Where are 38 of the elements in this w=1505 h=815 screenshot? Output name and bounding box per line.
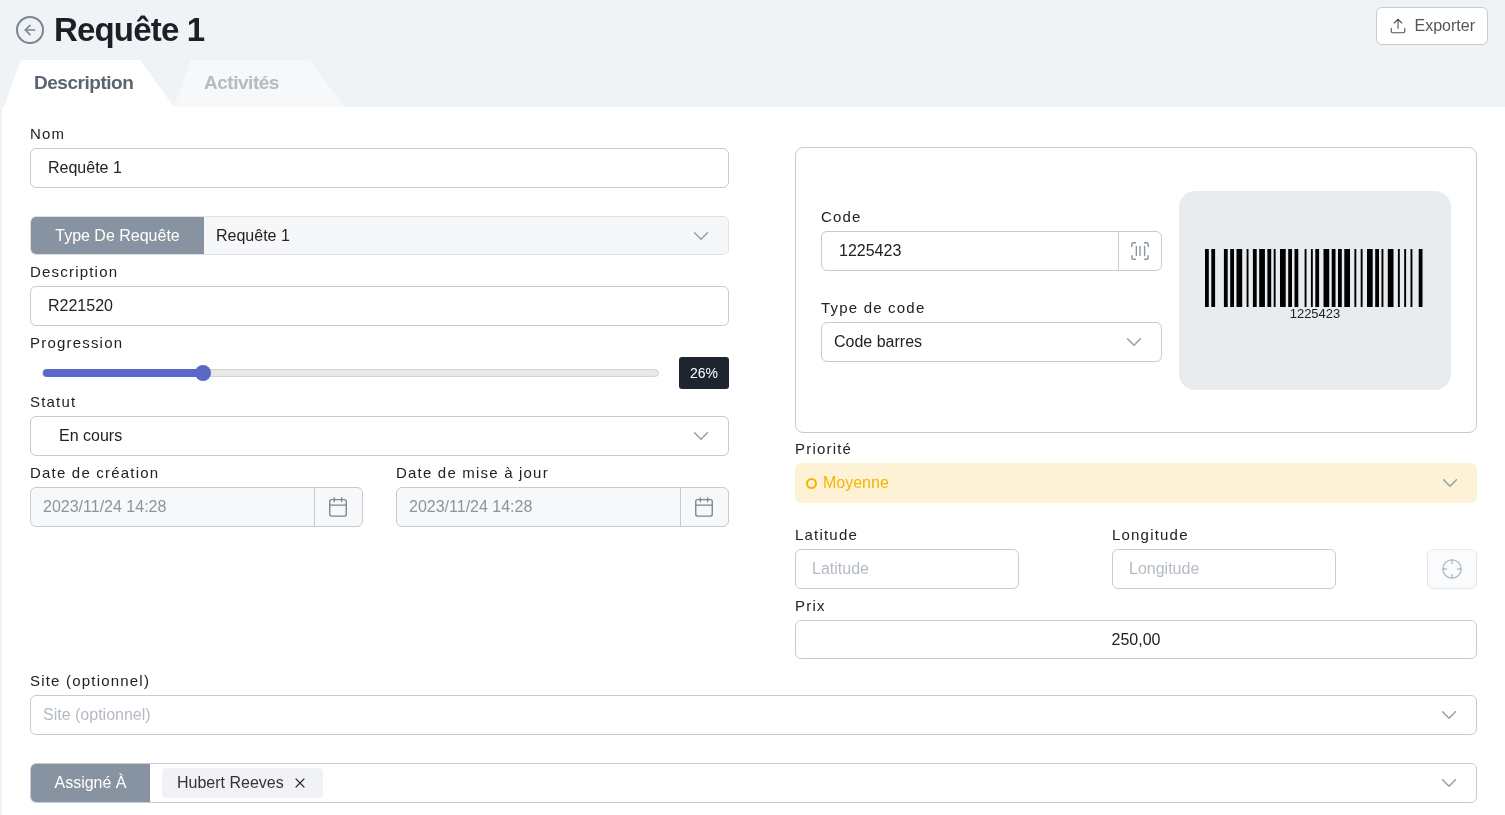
tab[interactable]: Description xyxy=(4,60,174,107)
calendar-icon xyxy=(693,496,716,518)
field-label: Longitude xyxy=(1112,526,1189,544)
description-field[interactable]: R221520 xyxy=(30,286,729,326)
field-label: Statut xyxy=(30,393,77,411)
field-label: Progression xyxy=(30,334,124,352)
field-label: Priorité xyxy=(795,440,853,458)
chevron-icon xyxy=(1443,479,1457,487)
field-label: Latitude xyxy=(795,526,858,544)
page-title: Requête 1 xyxy=(54,10,205,50)
export-button[interactable]: Exporter xyxy=(1375,7,1488,45)
field-label: Prix xyxy=(795,597,826,615)
barcode-caption: 1225423 xyxy=(1289,307,1341,321)
latitude-field[interactable]: Latitude xyxy=(795,549,1019,589)
field-label: Type de code xyxy=(821,299,926,317)
priority-value: Moyenne xyxy=(823,473,889,493)
crosshair-icon xyxy=(1441,558,1463,580)
calendar-icon xyxy=(327,496,350,518)
field-label: Date de création xyxy=(30,464,160,482)
price-field[interactable]: 250,00 xyxy=(795,620,1477,659)
slider-value-tooltip: 26% xyxy=(678,357,729,389)
status-select[interactable]: En cours xyxy=(30,416,729,456)
field-label: Nom xyxy=(30,125,66,143)
chevron-icon xyxy=(694,432,708,440)
back-button[interactable] xyxy=(16,15,44,44)
upload-icon xyxy=(1388,17,1407,35)
locate-button[interactable] xyxy=(1427,549,1477,589)
chevron-icon xyxy=(1127,338,1141,346)
scan-barcode-icon xyxy=(1129,240,1151,262)
slider-thumb[interactable] xyxy=(194,365,211,381)
code-type-select[interactable]: Code barres xyxy=(821,322,1162,362)
name-field[interactable]: Requête 1 xyxy=(30,148,729,188)
longitude-field[interactable]: Longitude xyxy=(1112,549,1336,589)
field-label: Code xyxy=(821,208,862,226)
chevron-icon xyxy=(1442,711,1456,719)
field-label: Description xyxy=(30,263,119,281)
field-label: Date de mise à jour xyxy=(396,464,549,482)
field-label: Site (optionnel) xyxy=(30,672,151,690)
